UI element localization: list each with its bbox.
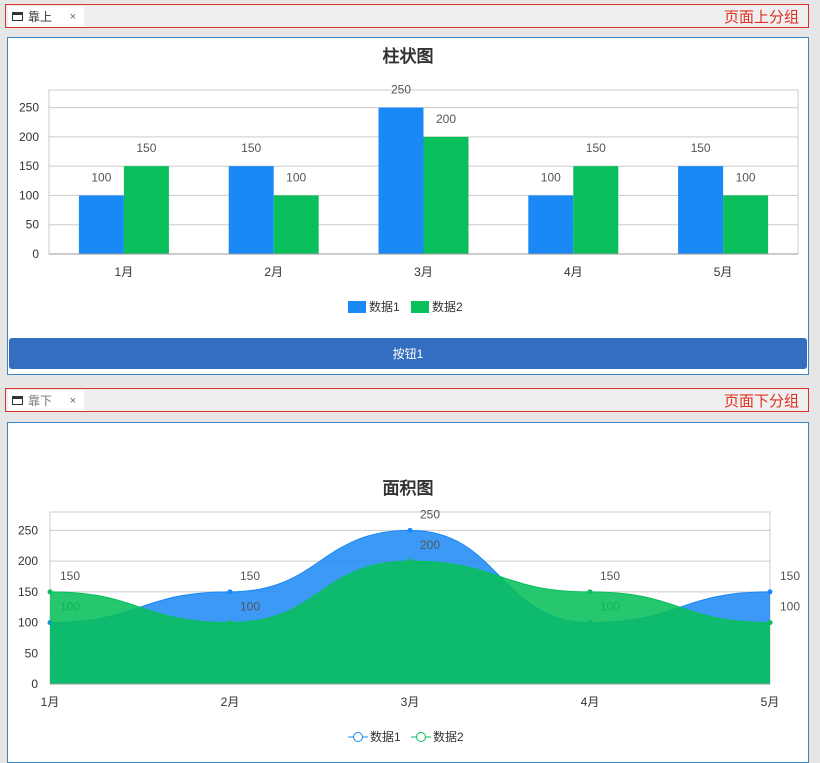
top-group-header: 靠上 × 页面上分组 bbox=[5, 4, 809, 28]
data-label: 150 bbox=[780, 569, 800, 583]
data-label: 150 bbox=[691, 141, 711, 155]
x-tick-label: 5月 bbox=[761, 695, 780, 709]
y-tick-label: 150 bbox=[19, 159, 39, 173]
tab-top[interactable]: 靠上 × bbox=[8, 6, 84, 27]
data-label: 100 bbox=[780, 600, 800, 614]
y-tick-label: 250 bbox=[18, 523, 38, 537]
data-label: 100 bbox=[286, 170, 306, 184]
x-tick-label: 3月 bbox=[401, 695, 420, 709]
data-label: 150 bbox=[241, 141, 261, 155]
data-point bbox=[407, 558, 413, 564]
legend-label: 数据1 bbox=[369, 299, 400, 314]
x-tick-label: 1月 bbox=[41, 695, 60, 709]
bar bbox=[78, 195, 124, 254]
x-tick-label: 3月 bbox=[414, 265, 433, 279]
y-tick-label: 0 bbox=[31, 677, 38, 691]
bar bbox=[423, 136, 469, 254]
chart-title: 面积图 bbox=[383, 479, 434, 498]
data-point bbox=[767, 620, 773, 626]
x-tick-label: 4月 bbox=[581, 695, 600, 709]
y-tick-label: 50 bbox=[25, 646, 39, 660]
data-point bbox=[767, 589, 773, 595]
y-tick-label: 50 bbox=[26, 218, 40, 232]
area-fill bbox=[50, 561, 770, 684]
data-label: 150 bbox=[136, 141, 156, 155]
close-icon[interactable]: × bbox=[70, 395, 76, 407]
tab-bottom-label: 靠下 bbox=[28, 394, 53, 408]
data-point bbox=[227, 620, 233, 626]
bar bbox=[123, 166, 169, 254]
legend-swatch bbox=[411, 301, 429, 313]
bar bbox=[723, 195, 769, 254]
tab-top-label: 靠上 bbox=[28, 10, 53, 24]
data-label: 100 bbox=[736, 170, 756, 184]
area-chart: 面积图0501001502002501001502501001501501002… bbox=[18, 479, 800, 744]
bar bbox=[678, 166, 724, 254]
legend-label: 数据2 bbox=[433, 729, 464, 744]
data-label: 200 bbox=[420, 538, 440, 552]
top-panel: 柱状图 0 50 100 150 200 250 1月 100 150 2月 150 100 3月 250 2… bbox=[7, 37, 809, 375]
legend-label: 数据2 bbox=[432, 299, 463, 314]
y-tick-label: 150 bbox=[18, 585, 38, 599]
data-label: 150 bbox=[240, 569, 260, 583]
tab-bottom[interactable]: 靠下 × bbox=[8, 390, 84, 411]
data-label: 250 bbox=[391, 83, 411, 97]
bar bbox=[273, 195, 319, 254]
legend-marker bbox=[353, 732, 363, 742]
bottom-panel: 面积图0501001502002501001502501001501501002… bbox=[7, 422, 809, 763]
data-point bbox=[407, 527, 413, 533]
y-tick-label: 200 bbox=[18, 554, 38, 568]
x-tick-label: 1月 bbox=[115, 265, 134, 279]
x-tick-label: 2月 bbox=[221, 695, 240, 709]
button-1[interactable]: 按钮1 bbox=[9, 338, 807, 369]
bar bbox=[573, 166, 619, 254]
legend-swatch bbox=[348, 301, 366, 313]
data-label: 100 bbox=[240, 600, 260, 614]
data-label: 150 bbox=[586, 141, 606, 155]
bar bbox=[528, 195, 574, 254]
y-tick-label: 0 bbox=[32, 247, 39, 261]
bottom-group-header: 靠下 × 页面下分组 bbox=[5, 388, 809, 412]
data-label: 100 bbox=[91, 170, 111, 184]
y-tick-label: 200 bbox=[19, 130, 39, 144]
bar bbox=[378, 107, 424, 254]
data-point bbox=[227, 589, 233, 595]
y-tick-label: 100 bbox=[18, 616, 38, 630]
window-icon bbox=[12, 12, 23, 21]
data-label: 150 bbox=[600, 569, 620, 583]
window-icon bbox=[12, 396, 23, 405]
legend-marker bbox=[416, 732, 426, 742]
top-group-title: 页面上分组 bbox=[723, 9, 799, 26]
x-tick-label: 4月 bbox=[564, 265, 583, 279]
data-point bbox=[587, 589, 593, 595]
bar bbox=[228, 166, 274, 254]
data-point bbox=[47, 589, 53, 595]
y-tick-label: 250 bbox=[19, 101, 39, 115]
data-label: 200 bbox=[436, 112, 456, 126]
data-label: 100 bbox=[541, 170, 561, 184]
chart-title: 柱状图 bbox=[383, 46, 434, 66]
data-label: 250 bbox=[420, 507, 440, 521]
y-tick-label: 100 bbox=[19, 188, 39, 202]
bar-chart: 柱状图 0 50 100 150 200 250 1月 100 150 2月 150 100 3月 250 2… bbox=[19, 46, 799, 314]
close-icon[interactable]: × bbox=[70, 11, 76, 23]
bottom-group-title: 页面下分组 bbox=[723, 393, 799, 410]
data-label: 150 bbox=[60, 569, 80, 583]
x-tick-label: 5月 bbox=[714, 265, 733, 279]
x-tick-label: 2月 bbox=[264, 265, 283, 279]
legend-label: 数据1 bbox=[370, 729, 401, 744]
